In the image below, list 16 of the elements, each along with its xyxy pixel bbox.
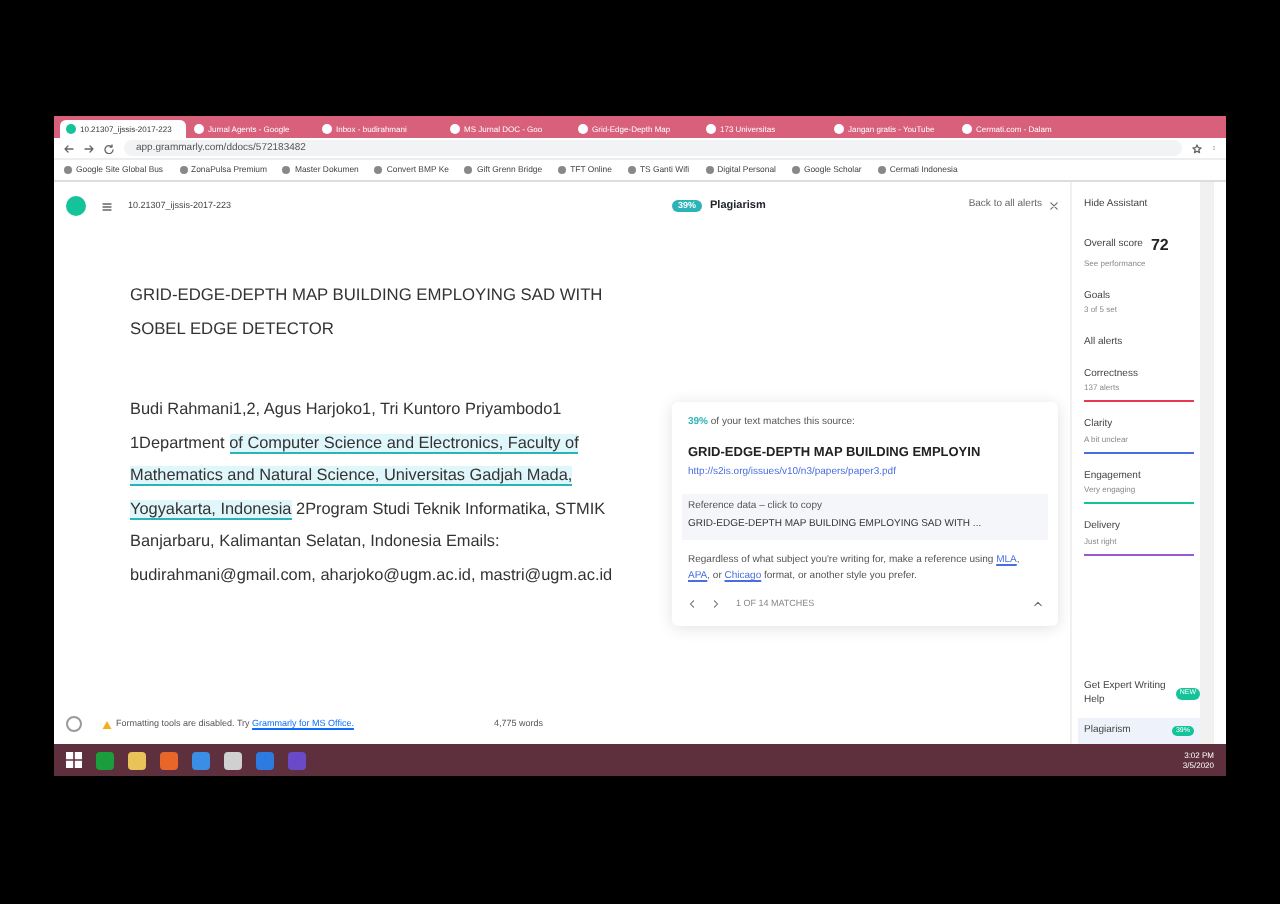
chevron-right-icon[interactable]	[712, 600, 720, 609]
close-icon[interactable]	[1050, 202, 1058, 210]
reload-icon[interactable]	[104, 143, 114, 153]
document-title: GRID-EDGE-DEPTH MAP BUILDING EMPLOYING SAD WITH SOBEL EDGE DETECTOR	[130, 282, 605, 342]
windows-start-icon[interactable]	[66, 752, 82, 768]
back-arrow-icon[interactable]	[64, 143, 74, 153]
menu-icon[interactable]	[102, 201, 112, 211]
scrollbar[interactable]	[1200, 182, 1214, 744]
star-icon[interactable]	[1192, 143, 1202, 153]
help-icon[interactable]	[66, 716, 82, 732]
chevron-left-icon[interactable]	[688, 600, 696, 609]
warning-icon	[102, 719, 112, 729]
author-paragraph: Budi Rahmani1,2, Agus Harjoko1, Tri Kuntoro Priyambodo1 1Department of Computer Science and Electronics, Faculty of Mathematics and Natural Science, Universitas Gadjah Mada, Yogyakarta, Indonesia 2Program Studi Teknik Informatika, STMIK Banjarbaru, Kalimantan Selatan, Indonesia Emails: budirahmani@gmail.com, aharjoko@ugm.ac.id, mastri@ugm.ac.id	[130, 398, 615, 588]
score-value: 72	[1150, 233, 1169, 257]
grammarly-logo-icon[interactable]	[66, 196, 86, 216]
forward-arrow-icon[interactable]	[84, 143, 94, 153]
